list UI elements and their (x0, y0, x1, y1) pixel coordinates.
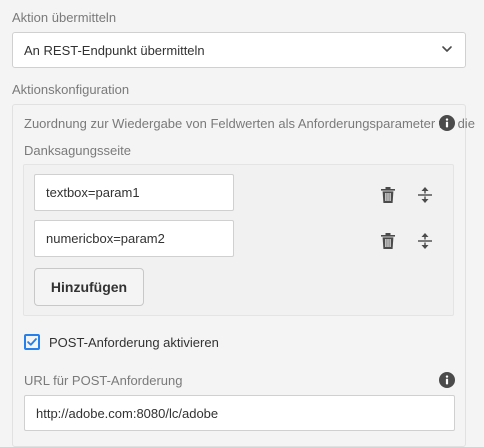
mapping-label: Zuordnung zur Wiedergabe von Feldwerten … (24, 116, 475, 131)
submit-action-value: An REST-Endpunkt übermitteln (24, 42, 205, 58)
action-config-label: Aktionskonfiguration (12, 82, 130, 97)
post-url-info-icon[interactable] (439, 372, 455, 388)
trash-icon[interactable] (378, 185, 398, 205)
post-request-checkbox[interactable] (24, 334, 40, 350)
post-url-input[interactable]: http://adobe.com:8080/lc/adobe (24, 395, 455, 431)
post-url-label: URL für POST-Anforderung (24, 373, 183, 388)
trash-icon[interactable] (378, 231, 398, 251)
mapping-row-2-input[interactable]: numericbox=param2 (34, 220, 234, 257)
submit-action-label: Aktion übermitteln (12, 10, 117, 25)
checkmark-icon (27, 338, 37, 346)
mapping-row-1-input[interactable]: textbox=param1 (34, 174, 234, 211)
mapping-label-cont: Danksagungsseite (24, 143, 131, 158)
mapping-info-icon[interactable] (439, 115, 455, 131)
post-request-label: POST-Anforderung aktivieren (49, 335, 219, 350)
add-mapping-button[interactable]: Hinzufügen (34, 268, 144, 306)
chevron-down-icon (442, 46, 452, 52)
submit-action-select[interactable]: An REST-Endpunkt übermitteln (12, 32, 466, 68)
drag-handle-icon[interactable] (415, 231, 435, 251)
drag-handle-icon[interactable] (415, 185, 435, 205)
